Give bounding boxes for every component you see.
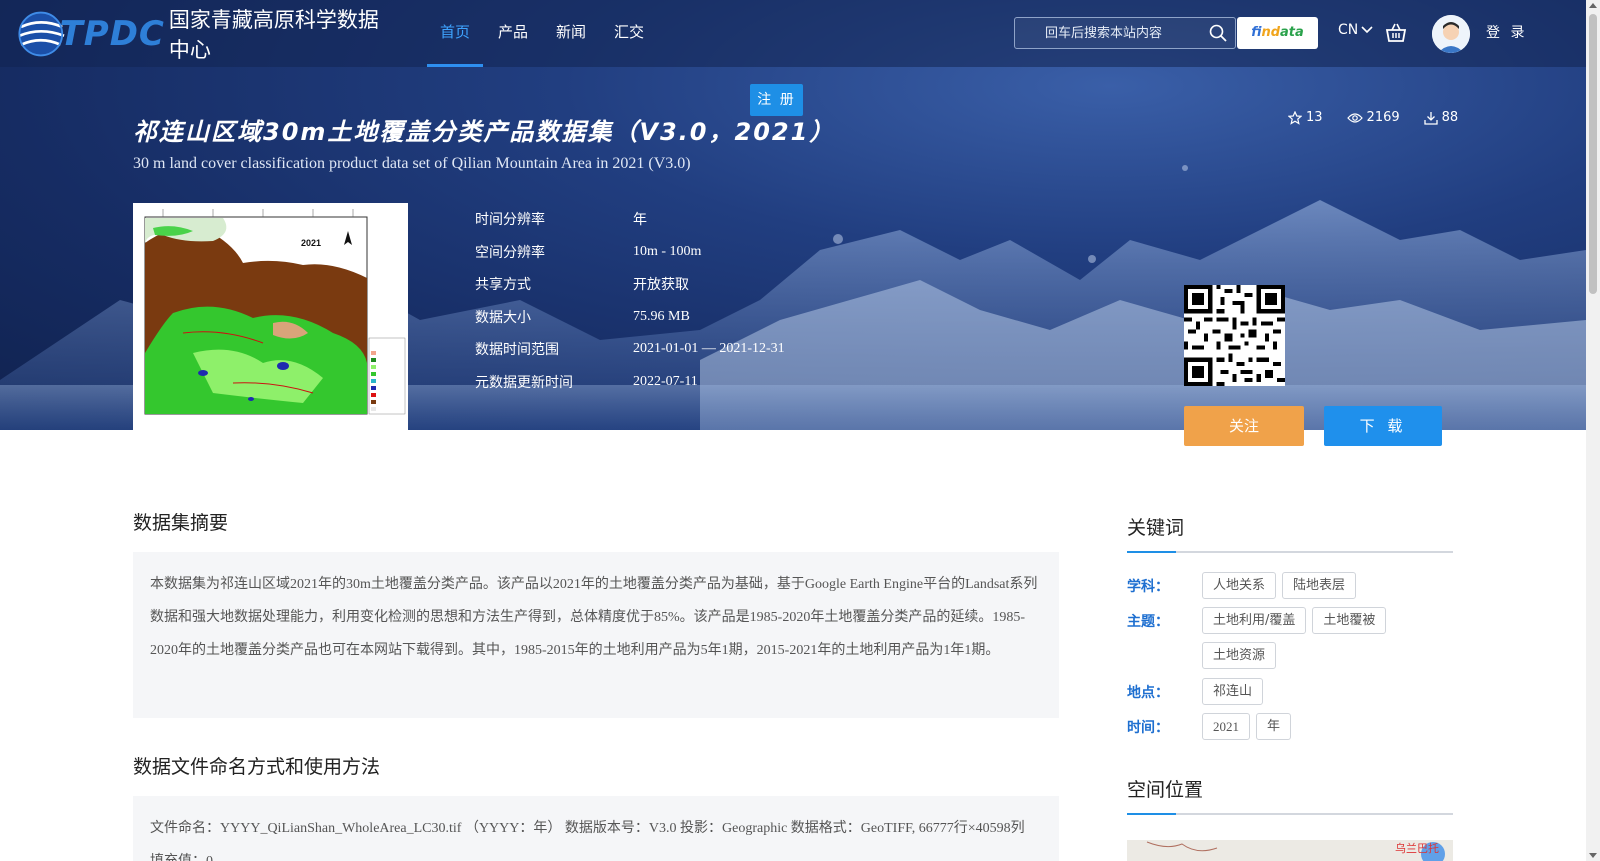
login-link[interactable]: 登 录 (1486, 22, 1527, 42)
keyword-label: 主题： (1127, 614, 1169, 630)
dataset-thumbnail[interactable]: 2021 (133, 203, 408, 430)
meta-row: 数据大小 75.96 MB (475, 301, 785, 334)
scroll-up-icon[interactable] (1589, 3, 1597, 8)
views-stat: 2169 (1346, 110, 1400, 125)
download-button[interactable]: 下 载 (1324, 406, 1442, 446)
naming-text: 文件命名：YYYY_QiLianShan_WholeArea_LC30.tif … (150, 821, 1025, 861)
keyword-group-time: 时间： 2021 年 (1127, 713, 1452, 748)
keywords-title: 关键词 (1127, 513, 1453, 553)
keyword-group-theme: 主题： 土地利用/覆盖 土地覆被 土地资源 (1127, 607, 1452, 677)
dataset-title-en: 30 m land cover classification product d… (133, 155, 691, 172)
user-avatar-icon (1432, 15, 1470, 53)
thumbnail-year: 2021 (301, 238, 321, 248)
main-menu: 首页 产品 新闻 汇交 (426, 0, 672, 67)
meta-key: 数据大小 (475, 309, 531, 326)
menu-item-products[interactable]: 产品 (498, 0, 528, 67)
meta-value: 10m - 100m (633, 243, 702, 259)
scrollbar-thumb[interactable] (1589, 14, 1597, 294)
downloads-stat: 88 (1423, 110, 1459, 125)
menu-item-news[interactable]: 新闻 (556, 0, 586, 67)
keyword-tag[interactable]: 2021 (1202, 713, 1250, 740)
language-selector[interactable]: CN (1338, 22, 1373, 38)
meta-value: 2021-01-01 — 2021-12-31 (633, 341, 785, 357)
keyword-tag[interactable]: 土地利用/覆盖 (1202, 607, 1307, 634)
meta-key: 元数据更新时间 (475, 374, 573, 391)
meta-row: 时间分辨率 年 (475, 203, 785, 236)
eye-icon (1346, 112, 1363, 123)
naming-box: 文件命名：YYYY_QiLianShan_WholeArea_LC30.tif … (133, 796, 1059, 861)
naming-title: 数据文件命名方式和使用方法 (133, 756, 381, 778)
keyword-tag[interactable]: 年 (1256, 713, 1292, 740)
top-navbar: TPDC 国家青藏高原科学数据中心 首页 产品 新闻 汇交 findata CN (0, 0, 1586, 67)
spatial-title: 空间位置 (1127, 775, 1453, 815)
basket-icon[interactable] (1385, 22, 1407, 44)
logo-name: 国家青藏高原科学数据中心 (168, 8, 379, 62)
keyword-group-place: 地点： 祁连山 (1127, 678, 1452, 713)
scrollbar[interactable] (1586, 0, 1600, 861)
findata-button[interactable]: findata (1237, 17, 1318, 49)
meta-row: 数据时间范围 2021-01-01 — 2021-12-31 (475, 333, 785, 366)
meta-value: 75.96 MB (633, 308, 690, 324)
search-input[interactable] (1015, 18, 1205, 48)
qr-code-icon (1184, 285, 1285, 386)
meta-row: 共享方式 开放获取 (475, 268, 785, 301)
keyword-tag[interactable]: 土地覆被 (1312, 607, 1387, 634)
keyword-tag[interactable]: 陆地表层 (1282, 572, 1357, 599)
meta-key: 数据时间范围 (475, 342, 559, 359)
scroll-down-icon[interactable] (1589, 853, 1597, 858)
logo-abbreviation: TPDC (59, 14, 165, 54)
menu-item-submit[interactable]: 汇交 (614, 0, 644, 67)
meta-value: 2022-07-11 (633, 373, 698, 389)
views-count: 2169 (1366, 110, 1400, 125)
land-cover-map-image: 2021 (133, 203, 408, 430)
abstract-text: 本数据集为祁连山区域2021年的30m土地覆盖分类产品。该产品以2021年的土地… (150, 577, 1038, 658)
meta-key: 共享方式 (475, 277, 531, 294)
language-label: CN (1338, 22, 1359, 38)
meta-key: 空间分辨率 (475, 244, 545, 261)
search-icon[interactable] (1209, 24, 1227, 42)
dataset-stats: 13 2169 88 (1288, 110, 1482, 125)
keyword-tag[interactable]: 人地关系 (1202, 572, 1277, 599)
meta-key: 时间分辨率 (475, 212, 545, 229)
stars-count: 13 (1306, 110, 1323, 125)
keyword-label: 时间： (1127, 720, 1169, 736)
keyword-label: 地点： (1127, 685, 1169, 701)
keyword-label: 学科： (1127, 579, 1169, 595)
abstract-title: 数据集摘要 (133, 512, 229, 534)
follow-button[interactable]: 关注 (1184, 406, 1304, 446)
meta-value: 年 (633, 212, 647, 229)
downloads-count: 88 (1441, 110, 1459, 125)
download-icon (1423, 111, 1438, 125)
keyword-tag[interactable]: 土地资源 (1202, 642, 1277, 669)
meta-row: 元数据更新时间 2022-07-11 (475, 366, 785, 399)
chevron-down-icon (1361, 26, 1373, 34)
site-logo[interactable]: TPDC 国家青藏高原科学数据中心 (14, 4, 394, 64)
dataset-metadata: 时间分辨率 年 空间分辨率 10m - 100m 共享方式 开放获取 数据大小 … (475, 203, 785, 398)
abstract-box: 本数据集为祁连山区域2021年的30m土地覆盖分类产品。该产品以2021年的土地… (133, 552, 1059, 718)
stars-stat[interactable]: 13 (1288, 110, 1323, 125)
dataset-title-cn: 祁连山区域30m土地覆盖分类产品数据集（V3.0，2021） (133, 118, 836, 146)
star-icon (1288, 110, 1302, 125)
search-box (1014, 17, 1236, 49)
map-place-label: 乌兰巴托 (1395, 842, 1439, 855)
menu-item-home[interactable]: 首页 (426, 0, 484, 67)
meta-value: 开放获取 (633, 277, 689, 294)
keyword-group-subject: 学科： 人地关系 陆地表层 (1127, 572, 1452, 607)
qr-code (1184, 285, 1285, 386)
meta-row: 空间分辨率 10m - 100m (475, 236, 785, 269)
keyword-tag[interactable]: 祁连山 (1202, 678, 1264, 705)
avatar[interactable] (1432, 15, 1470, 53)
